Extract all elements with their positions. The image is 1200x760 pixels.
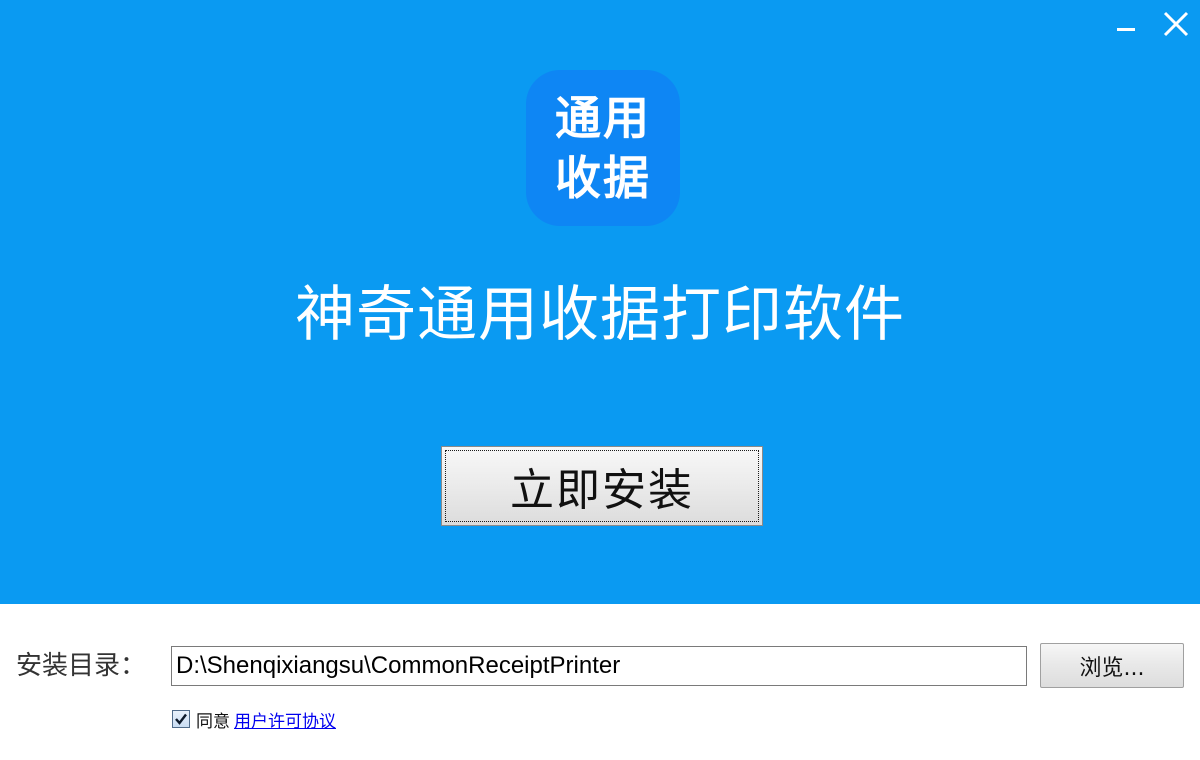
app-logo: 通用 收据	[526, 70, 680, 226]
app-title: 神奇通用收据打印软件	[295, 280, 905, 350]
browse-button[interactable]: 浏览...	[1040, 643, 1184, 688]
install-now-button[interactable]: 立即安装	[441, 446, 763, 526]
agreement-row: 同意 用户许可协议	[172, 706, 336, 732]
agree-text: 同意	[196, 711, 230, 732]
checkmark-icon	[175, 713, 187, 725]
install-now-label: 立即安装	[510, 465, 694, 516]
app-logo-line2: 收据	[555, 151, 651, 205]
hero-banner: 通用 收据 神奇通用收据打印软件 立即安装	[0, 0, 1200, 604]
minimize-button[interactable]	[1106, 4, 1146, 44]
agree-checkbox[interactable]	[172, 710, 190, 728]
license-agreement-link[interactable]: 用户许可协议	[234, 707, 336, 732]
install-dir-input[interactable]	[171, 646, 1027, 686]
minimize-icon	[1117, 28, 1135, 31]
close-icon	[1163, 11, 1189, 37]
app-logo-line1: 通用	[555, 91, 651, 145]
install-dir-label: 安装目录：	[16, 651, 147, 681]
close-button[interactable]	[1156, 4, 1196, 44]
installer-window: 通用 收据 神奇通用收据打印软件 立即安装 安装目录： 浏览... 同意 用户许…	[0, 0, 1200, 760]
